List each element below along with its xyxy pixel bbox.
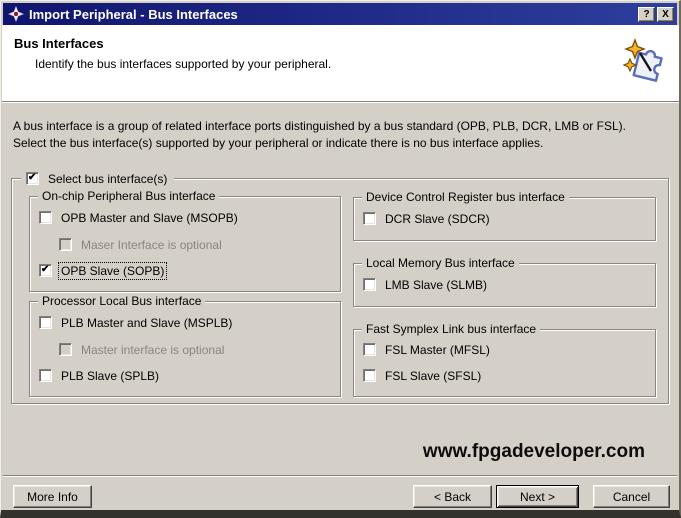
- checkbox-opb-master-optional: Maser Interface is optional: [59, 237, 224, 252]
- fsl-groupbox: Fast Symplex Link bus interface: [353, 329, 656, 397]
- page-title: Bus Interfaces: [14, 36, 104, 51]
- checkbox-label: Select bus interface(s): [46, 171, 169, 187]
- more-info-button[interactable]: More Info: [13, 485, 92, 508]
- wizard-header: Bus Interfaces Identify the bus interfac…: [2, 25, 679, 102]
- checkbox-label: LMB Slave (SLMB): [383, 277, 489, 293]
- checkbox-box[interactable]: [363, 369, 376, 382]
- checkbox-box: [59, 343, 72, 356]
- checkbox-label: Master interface is optional: [79, 342, 226, 358]
- close-button[interactable]: X: [657, 7, 674, 22]
- wizard-icon: [8, 6, 24, 22]
- checkbox-box[interactable]: [363, 212, 376, 225]
- close-icon: X: [662, 9, 669, 20]
- checkbox-dcr-slave[interactable]: DCR Slave (SDCR): [363, 211, 492, 226]
- checkbox-label: FSL Master (MFSL): [383, 342, 492, 358]
- checkbox-fsl-slave[interactable]: FSL Slave (SFSL): [363, 368, 483, 383]
- titlebar[interactable]: Import Peripheral - Bus Interfaces ? X: [3, 3, 677, 25]
- help-button[interactable]: ?: [638, 7, 655, 22]
- checkbox-label: Maser Interface is optional: [79, 237, 224, 253]
- checkbox-plb-slave[interactable]: PLB Slave (SPLB): [39, 368, 161, 383]
- checkbox-opb-slave[interactable]: OPB Slave (SOPB): [39, 263, 166, 278]
- checkbox-label: OPB Slave (SOPB): [59, 263, 166, 279]
- footer-separator: [3, 475, 677, 477]
- help-icon: ?: [643, 9, 649, 20]
- checkbox-plb-master-optional: Master interface is optional: [59, 342, 226, 357]
- checkbox-box[interactable]: [39, 264, 52, 277]
- checkbox-box[interactable]: [363, 278, 376, 291]
- checkbox-label: PLB Master and Slave (MSPLB): [59, 315, 234, 331]
- checkbox-box: [59, 238, 72, 251]
- puzzle-wizard-icon: [621, 37, 669, 85]
- checkbox-label: PLB Slave (SPLB): [59, 368, 161, 384]
- checkbox-box[interactable]: [363, 343, 376, 356]
- groupbox-title: On-chip Peripheral Bus interface: [38, 189, 219, 203]
- checkbox-lmb-slave[interactable]: LMB Slave (SLMB): [363, 277, 489, 292]
- checkbox-select-bus-interfaces[interactable]: Select bus interface(s): [21, 171, 174, 186]
- page-subtitle: Identify the bus interfaces supported by…: [35, 57, 331, 71]
- checkbox-label: DCR Slave (SDCR): [383, 211, 492, 227]
- checkbox-box[interactable]: [39, 211, 52, 224]
- intro-text: A bus interface is a group of related in…: [13, 118, 655, 152]
- checkbox-box[interactable]: [39, 369, 52, 382]
- groupbox-title: Local Memory Bus interface: [362, 256, 519, 270]
- next-button[interactable]: Next >: [496, 485, 579, 508]
- checkbox-plb-master-and-slave[interactable]: PLB Master and Slave (MSPLB): [39, 315, 234, 330]
- watermark-text: www.fpgadeveloper.com: [423, 441, 645, 463]
- groupbox-title: Processor Local Bus interface: [38, 294, 205, 308]
- checkbox-box[interactable]: [26, 172, 39, 185]
- checkbox-label: OPB Master and Slave (MSOPB): [59, 210, 240, 226]
- checkbox-box[interactable]: [39, 316, 52, 329]
- groupbox-title: Fast Symplex Link bus interface: [362, 322, 540, 336]
- import-peripheral-dialog: Import Peripheral - Bus Interfaces ? X B…: [0, 0, 681, 518]
- window-title: Import Peripheral - Bus Interfaces: [29, 7, 633, 22]
- checkbox-opb-master-and-slave[interactable]: OPB Master and Slave (MSOPB): [39, 210, 240, 225]
- back-button[interactable]: < Back: [413, 485, 492, 508]
- checkbox-fsl-master[interactable]: FSL Master (MFSL): [363, 342, 492, 357]
- checkbox-label: FSL Slave (SFSL): [383, 368, 483, 384]
- cancel-button[interactable]: Cancel: [593, 485, 670, 508]
- groupbox-title: Device Control Register bus interface: [362, 190, 569, 204]
